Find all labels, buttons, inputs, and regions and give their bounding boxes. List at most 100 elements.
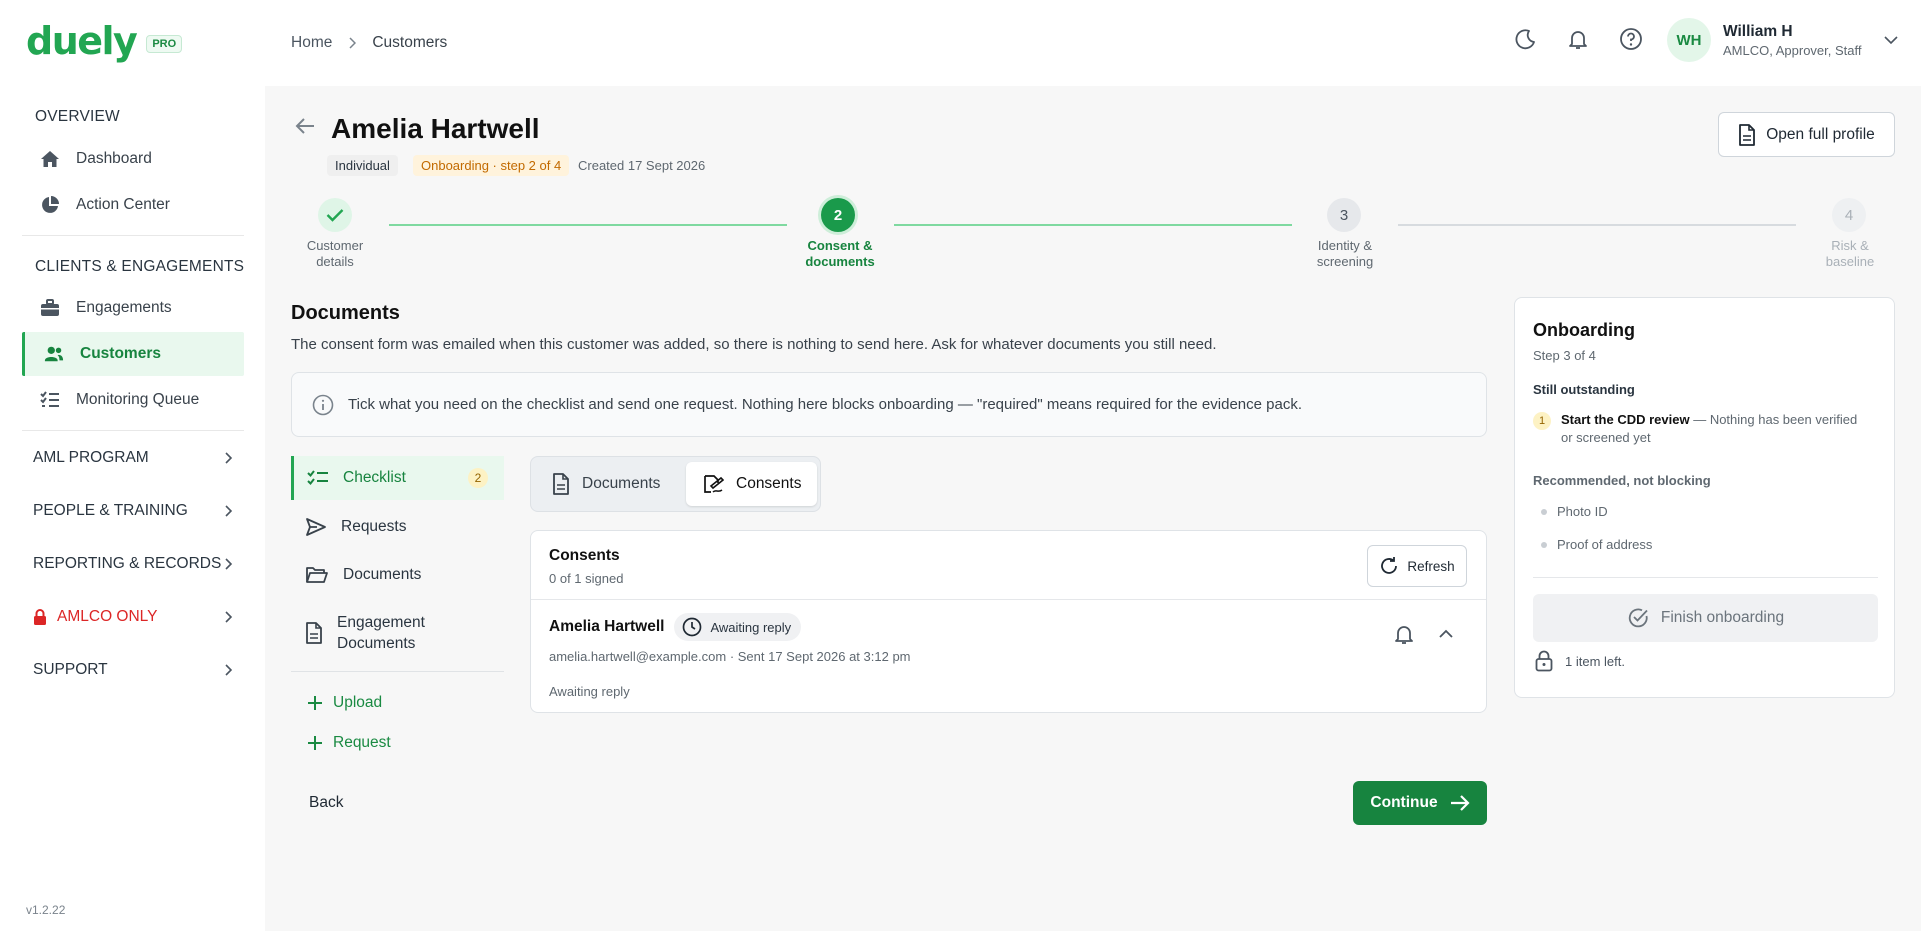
stepper-connector [1398,224,1796,226]
step-1-circle[interactable] [318,198,352,232]
nav-group-label: REPORTING & RECORDS [33,555,222,572]
nav-group-label: PEOPLE & TRAINING [33,502,188,519]
remaining-text: 1 item left. [1565,653,1625,669]
plus-icon [308,736,322,750]
page-title: Amelia Hartwell [331,113,540,144]
dark-mode-toggle[interactable] [1512,26,1538,52]
logo[interactable]: duely PRO [26,19,183,63]
collapse-button[interactable] [1439,629,1453,639]
created-date: Created 17 Sept 2026 [578,158,706,173]
home-icon [40,149,60,169]
chevron-right-icon [225,505,233,517]
sidebar-item-engagements[interactable]: Engagements [22,286,244,330]
document-icon [1739,123,1756,146]
sidebar-item-customers[interactable]: Customers [22,332,244,376]
tab-label: Documents [343,566,422,583]
logo-text: duely [26,19,138,63]
document-icon [553,473,569,495]
step-label-line: Risk & [1831,238,1869,253]
customer-type-badge: Individual [327,155,398,176]
bullet-icon [1541,541,1547,548]
outstanding-heading: Still outstanding [1533,382,1635,397]
info-text: Tick what you need on the checklist and … [348,396,1302,413]
open-full-profile-button[interactable]: Open full profile [1718,112,1895,157]
upload-label: Upload [333,694,383,711]
list-check-icon [40,390,60,410]
step-label-line: baseline [1825,254,1875,269]
request-label: Request [333,734,391,751]
breadcrumb-home[interactable]: Home [291,34,332,52]
section-label-clients: CLIENTS & ENGAGEMENTS [35,258,245,275]
onboarding-panel: Onboarding Step 3 of 4 Still outstanding… [1514,297,1895,698]
outstanding-text: Start the CDD review — Nothing has been … [1561,411,1881,447]
continue-button[interactable]: Continue [1353,781,1487,825]
arrow-left-icon [295,118,314,134]
refresh-button[interactable]: Refresh [1367,545,1467,587]
finish-onboarding-button[interactable]: Finish onboarding [1533,594,1878,642]
outstanding-item[interactable]: 1 Start the CDD review — Nothing has bee… [1533,411,1881,447]
card-title: Consents [549,547,620,564]
briefcase-icon [40,298,60,318]
consent-recipient-name: Amelia Hartwell [549,618,665,635]
nav-group-people-training[interactable]: PEOPLE & TRAINING [33,502,233,520]
moon-icon [1515,29,1535,50]
nav-group-support[interactable]: SUPPORT [33,661,233,679]
notifications-button[interactable] [1565,26,1591,52]
back-arrow-button[interactable] [294,116,316,136]
user-info: William H AMLCO, Approver, Staff [1723,23,1862,58]
nav-group-amlco-only[interactable]: AMLCO ONLY [33,608,233,626]
user-roles: AMLCO, Approver, Staff [1723,42,1862,58]
card-subtitle: 0 of 1 signed [549,571,624,586]
chevron-right-icon [225,611,233,623]
segment-documents[interactable]: Documents [536,462,676,506]
step-3-circle[interactable]: 3 [1327,198,1361,232]
send-reminder-button[interactable] [1393,623,1415,645]
tab-requests[interactable]: Requests [291,506,504,548]
upload-link[interactable]: Upload [307,694,382,712]
section-label-overview: OVERVIEW [35,108,120,125]
document-icon [306,622,322,644]
nav-group-reporting-records[interactable]: REPORTING & RECORDS [33,555,233,573]
breadcrumb-current: Customers [372,34,448,51]
sidebar-item-dashboard[interactable]: Dashboard [22,137,244,181]
signature-icon [704,475,724,493]
checklist-icon [307,470,328,486]
tab-engagement-documents[interactable]: Engagement Documents [291,606,504,660]
segment-consents[interactable]: Consents [686,462,818,506]
stepper-connector [894,224,1292,226]
nav-group-aml-program[interactable]: AML PROGRAM [33,449,233,467]
recommended-item: Photo ID [1541,504,1608,519]
stepper-connector [389,224,787,226]
chevron-right-icon [225,452,233,464]
divider [22,235,244,236]
help-button[interactable] [1618,26,1644,52]
recommended-label: Proof of address [1557,537,1653,552]
sidebar-item-monitoring-queue[interactable]: Monitoring Queue [22,378,244,422]
sidebar: duely PRO OVERVIEW Dashboard Action Cent… [0,0,265,931]
nav-group-label: SUPPORT [33,661,108,678]
tab-checklist[interactable]: Checklist 2 [291,456,504,500]
sidebar-item-action-center[interactable]: Action Center [22,183,244,227]
check-icon [326,209,344,222]
finish-label: Finish onboarding [1660,609,1785,626]
step-2-circle[interactable]: 2 [821,198,855,232]
tab-label: Documents [337,635,416,652]
chevron-up-icon [1439,629,1453,638]
lock-icon [1535,650,1553,672]
info-callout: Tick what you need on the checklist and … [291,372,1487,437]
send-icon [306,518,326,536]
user-menu[interactable]: WH William H AMLCO, Approver, Staff [1667,18,1898,62]
refresh-icon [1381,557,1398,574]
request-link[interactable]: Request [307,734,391,752]
segment-label: Documents [582,475,661,492]
recommended-item: Proof of address [1541,537,1652,552]
tab-documents[interactable]: Documents [291,554,504,596]
chevron-right-icon [225,664,233,676]
back-button[interactable]: Back [309,794,343,812]
panel-title: Onboarding [1533,320,1635,340]
outstanding-detail: or screened yet [1561,430,1651,445]
tab-label: Requests [341,518,407,535]
step-label-line: documents [805,254,875,269]
chevron-down-icon [1883,36,1898,45]
pie-chart-icon [40,195,60,215]
